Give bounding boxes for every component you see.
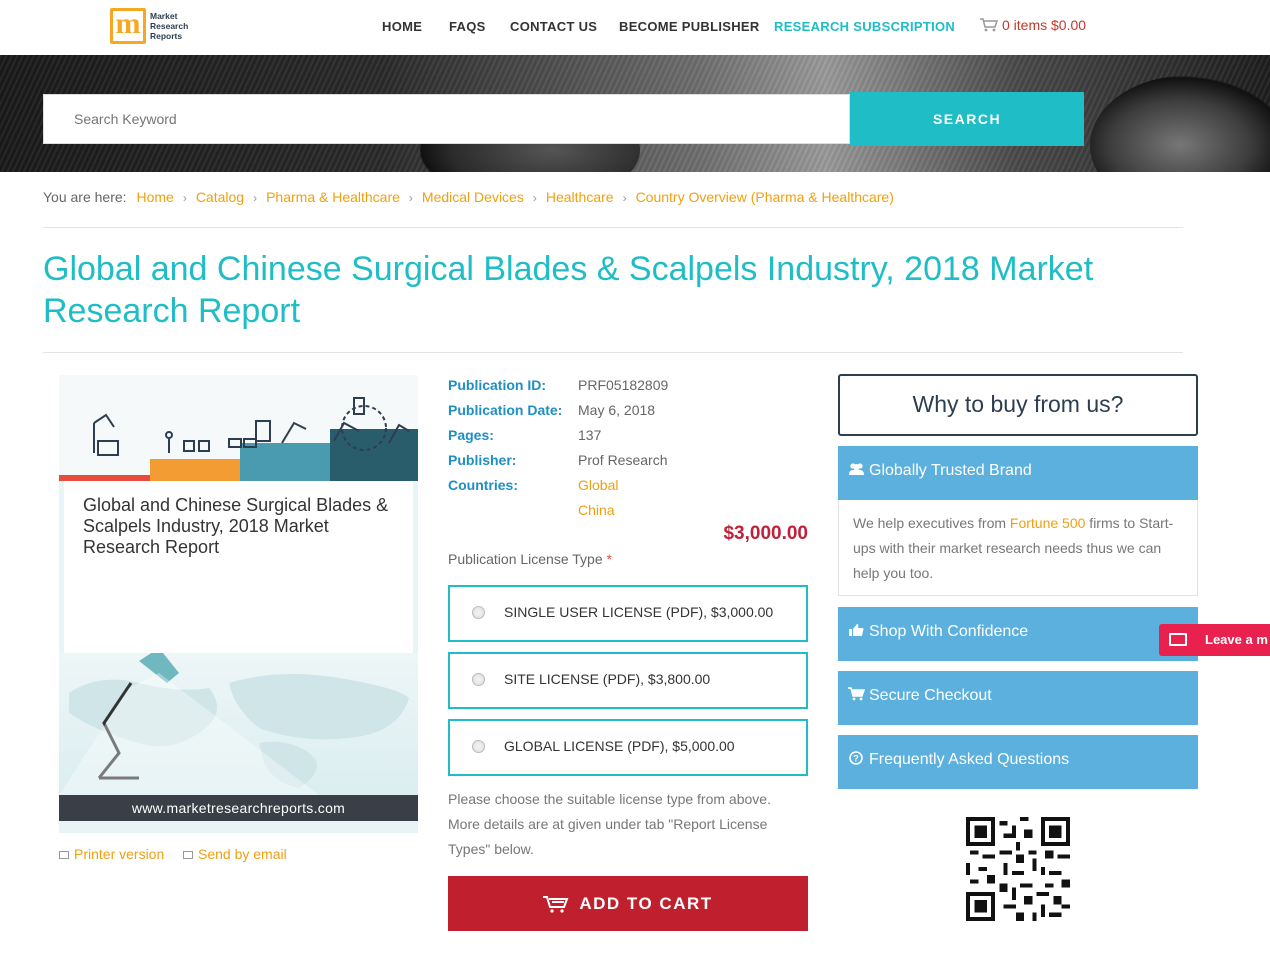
country-link-china[interactable]: China [578,502,615,518]
radio-button[interactable] [472,740,485,753]
license-option-site[interactable]: SITE LICENSE (PDF), $3,800.00 [448,652,808,709]
cart-icon [543,895,569,913]
thumbs-up-icon [849,624,864,636]
printer-version-link[interactable]: Printer version [59,846,164,862]
nav-faqs[interactable]: FAQS [449,19,486,34]
breadcrumb-country-overview[interactable]: Country Overview (Pharma & Healthcare) [636,189,894,205]
breadcrumb-medical-devices[interactable]: Medical Devices [422,189,524,205]
question-circle-icon: ? [849,751,863,765]
cart-summary: 0 items $0.00 [1002,17,1087,33]
panel-shop-with-confidence[interactable]: Shop With Confidence [838,607,1198,661]
trusted-brand-description: We help executives from Fortune 500 firm… [838,500,1198,596]
chevron-right-icon: › [532,191,537,205]
logo-mark: m [110,8,146,44]
chevron-right-icon: › [182,191,187,205]
nav-research-subscription[interactable]: RESEARCH SUBSCRIPTION [774,19,955,34]
printer-icon [59,851,69,859]
radio-button[interactable] [472,606,485,619]
email-icon [183,851,193,859]
fortune-500-link[interactable]: Fortune 500 [1010,515,1086,531]
report-cover-image: Global and Chinese Surgical Blades & Sca… [59,375,418,833]
nav-home[interactable]: HOME [382,19,422,34]
country-link-global[interactable]: Global [578,477,618,493]
industry-illustration [93,397,410,456]
users-icon [849,463,864,475]
required-mark: * [606,551,612,567]
svg-text:?: ? [853,754,859,764]
report-price: $3,000.00 [723,523,808,544]
world-map-illustration [59,648,418,795]
report-cover-title: Global and Chinese Surgical Blades & Sca… [83,495,389,557]
breadcrumb-healthcare[interactable]: Healthcare [546,189,614,205]
license-note: Please choose the suitable license type … [448,791,771,857]
chevron-right-icon: › [622,191,627,205]
search-button[interactable]: SEARCH [850,92,1084,146]
leave-message-widget[interactable]: Leave a m [1159,624,1270,656]
nav-contact-us[interactable]: CONTACT US [510,19,597,34]
breadcrumb-catalog[interactable]: Catalog [196,189,244,205]
send-by-email-link[interactable]: Send by email [183,846,287,862]
license-type-label: Publication License Type * [448,551,612,567]
envelope-icon [1169,633,1187,646]
chevron-right-icon: › [408,191,413,205]
breadcrumb: You are here: Home › Catalog › Pharma & Heal… [43,189,894,205]
report-cover-url: www.marketresearchreports.com [59,795,418,821]
cart-icon [980,18,998,32]
nav-become-publisher[interactable]: BECOME PUBLISHER [619,19,760,34]
add-to-cart-button[interactable]: ADD TO CART [448,876,808,931]
chevron-right-icon: › [253,191,258,205]
license-option-global[interactable]: GLOBAL LICENSE (PDF), $5,000.00 [448,719,808,776]
header-cart[interactable]: 0 items $0.00 [980,17,1086,33]
site-logo[interactable]: m Market Research Reports [110,8,192,46]
breadcrumb-pharma-healthcare[interactable]: Pharma & Healthcare [266,189,400,205]
panel-faq[interactable]: ? Frequently Asked Questions [838,735,1198,789]
panel-secure-checkout[interactable]: Secure Checkout [838,671,1198,725]
breadcrumb-home[interactable]: Home [136,189,173,205]
logo-text: Market Research Reports [150,11,189,41]
why-buy-heading: Why to buy from us? [838,374,1198,436]
breadcrumb-prefix: You are here: [43,189,127,205]
qr-code-image [966,817,1070,921]
divider [43,227,1183,228]
site-header: m Market Research Reports HOME FAQS CONT… [0,0,1270,55]
license-option-single-user[interactable]: SINGLE USER LICENSE (PDF), $3,000.00 [448,585,808,642]
page-title: Global and Chinese Surgical Blades & Sca… [43,250,1094,330]
cart-icon [848,687,865,701]
divider [43,352,1183,353]
panel-globally-trusted-brand[interactable]: Globally Trusted Brand [838,446,1198,500]
radio-button[interactable] [472,673,485,686]
search-input[interactable] [43,94,850,144]
